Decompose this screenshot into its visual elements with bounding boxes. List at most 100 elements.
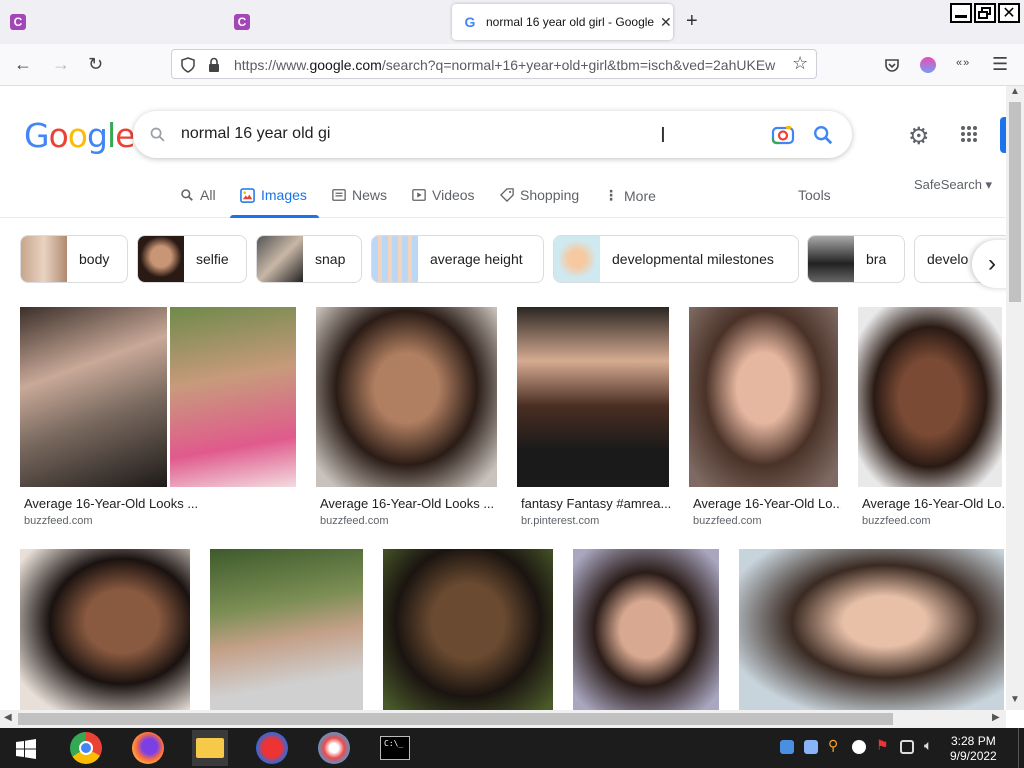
minimize-button[interactable] <box>950 3 972 23</box>
account-avatar-icon[interactable] <box>920 57 936 73</box>
chip-snap[interactable]: snap <box>256 235 362 283</box>
scroll-up-arrow-icon[interactable]: ▲ <box>1010 86 1020 97</box>
address-bar[interactable]: https://www.google.com/search?q=normal+1… <box>171 49 817 79</box>
chip-label: developmental milestones <box>612 251 774 267</box>
search-input[interactable]: normal 16 year old gi <box>181 125 330 143</box>
result-image[interactable] <box>689 307 838 487</box>
result-source: buzzfeed.com <box>24 515 93 527</box>
search-icon <box>181 189 193 201</box>
close-window-button[interactable]: ✕ <box>998 3 1020 23</box>
new-tab-plus-icon[interactable]: + <box>686 10 698 33</box>
lock-icon[interactable] <box>207 57 221 73</box>
apps-grid-icon[interactable] <box>960 125 978 143</box>
tab-more[interactable]: ⋮ More <box>604 187 656 204</box>
google-logo[interactable]: Google <box>24 116 135 155</box>
result-caption[interactable]: Average 16-Year-Old Looks ... <box>24 496 294 511</box>
tab-shopping[interactable]: Shopping <box>500 187 579 203</box>
tab-close-icon[interactable]: ✕ <box>660 14 672 31</box>
reload-icon[interactable]: ↻ <box>88 54 103 74</box>
windows-start-icon[interactable] <box>16 739 36 759</box>
settings-gear-icon[interactable]: ⚙ <box>908 122 930 151</box>
tab-favicon-icon: C <box>234 14 250 30</box>
result-image[interactable] <box>20 549 190 710</box>
tab-videos[interactable]: Videos <box>412 187 475 203</box>
shield-icon[interactable] <box>180 57 196 73</box>
browser-tab-1[interactable]: C <box>4 4 224 40</box>
result-image[interactable] <box>210 549 363 710</box>
tools-button[interactable]: Tools <box>798 187 831 203</box>
google-favicon-icon: G <box>462 14 478 30</box>
taskbar-clock[interactable]: 3:28 PM 9/9/2022 <box>950 734 997 764</box>
chip-label: selfie <box>196 251 229 267</box>
tab-label: More <box>624 187 656 204</box>
back-arrow-icon[interactable]: ← <box>14 54 32 74</box>
result-image[interactable] <box>383 549 553 710</box>
tab-label: News <box>352 187 388 203</box>
file-explorer-tile[interactable] <box>192 730 228 766</box>
logo-letter: o <box>67 116 88 155</box>
vertical-scrollbar[interactable]: ▲ ▼ <box>1006 86 1024 710</box>
chip-average-height[interactable]: average height <box>371 235 544 283</box>
safesearch-dropdown[interactable]: SafeSearch ▾ <box>914 177 992 193</box>
result-image[interactable] <box>517 307 669 487</box>
scroll-down-arrow-icon[interactable]: ▼ <box>1010 694 1020 705</box>
chip-body[interactable]: body <box>20 235 128 283</box>
url-domain: google.com <box>309 57 382 73</box>
forward-arrow-icon[interactable]: → <box>52 54 70 74</box>
tab-label: Shopping <box>520 187 580 203</box>
scroll-right-arrow-icon[interactable]: ▶ <box>992 712 1000 723</box>
extensions-icon[interactable]: «» <box>956 57 970 69</box>
chip-bra[interactable]: bra <box>807 235 905 283</box>
command-prompt-icon[interactable]: C:\_ <box>380 736 410 760</box>
result-caption[interactable]: Average 16-Year-Old Lo... <box>693 496 841 511</box>
result-source: buzzfeed.com <box>693 515 762 527</box>
pocket-icon[interactable] <box>884 57 900 73</box>
news-icon <box>332 189 346 201</box>
active-tab-indicator <box>230 215 319 218</box>
chip-selfie[interactable]: selfie <box>137 235 247 283</box>
safesearch-label: SafeSearch <box>914 177 982 192</box>
result-image[interactable] <box>739 549 1004 710</box>
camera-lens-icon[interactable] <box>771 123 795 147</box>
restore-button[interactable] <box>974 3 996 23</box>
result-image[interactable] <box>20 307 167 487</box>
tools-label: Tools <box>798 187 831 203</box>
chip-thumbnail <box>554 236 600 282</box>
tab-title: normal 16 year old girl - Google <box>486 15 654 29</box>
tab-images[interactable]: Images <box>240 187 307 203</box>
chrome-icon[interactable] <box>70 732 102 764</box>
result-image[interactable] <box>858 307 1002 487</box>
firefox-icon[interactable] <box>132 732 164 764</box>
bookmark-star-icon[interactable]: ☆ <box>792 53 808 74</box>
show-desktop-button[interactable] <box>1018 728 1024 768</box>
tray-network-icon[interactable] <box>900 740 914 754</box>
clock-time: 3:28 PM <box>951 734 996 748</box>
tray-display-icon[interactable] <box>804 740 818 754</box>
scrollbar-thumb[interactable] <box>1009 102 1021 302</box>
tray-volume-icon[interactable]: 🔈︎ <box>924 737 932 754</box>
snipping-tool-icon[interactable] <box>318 732 350 764</box>
tray-search-icon[interactable]: ⚲ <box>828 737 838 754</box>
search-box[interactable]: normal 16 year old gi I <box>133 111 852 158</box>
scroll-left-arrow-icon[interactable]: ◀ <box>4 712 12 723</box>
result-image[interactable] <box>170 307 296 487</box>
scrollbar-thumb[interactable] <box>18 713 893 725</box>
tray-flag-icon[interactable]: ⚑ <box>876 737 889 754</box>
tab-news[interactable]: News <box>332 187 387 203</box>
tray-status-icon[interactable] <box>852 740 866 754</box>
result-image[interactable] <box>316 307 497 487</box>
browser-tab-active[interactable]: G normal 16 year old girl - Google ✕ <box>452 4 673 40</box>
result-caption[interactable]: Average 16-Year-Old Lo... <box>862 496 1004 511</box>
hamburger-menu-icon[interactable]: ☰ <box>992 54 1008 74</box>
result-caption[interactable]: Average 16-Year-Old Looks ... <box>320 496 496 511</box>
search-submit-icon[interactable] <box>812 124 834 146</box>
chip-developmental-milestones[interactable]: developmental milestones <box>553 235 799 283</box>
tab-all[interactable]: All <box>180 187 216 203</box>
result-image[interactable] <box>573 549 719 710</box>
paint-app-icon[interactable] <box>256 732 288 764</box>
horizontal-scrollbar[interactable]: ◀ ▶ <box>0 710 1006 728</box>
chip-label: average height <box>430 251 523 267</box>
tray-network-app-icon[interactable] <box>780 740 794 754</box>
result-caption[interactable]: fantasy Fantasy #amrea... <box>521 496 671 511</box>
browser-tab-2[interactable]: C <box>228 4 448 40</box>
